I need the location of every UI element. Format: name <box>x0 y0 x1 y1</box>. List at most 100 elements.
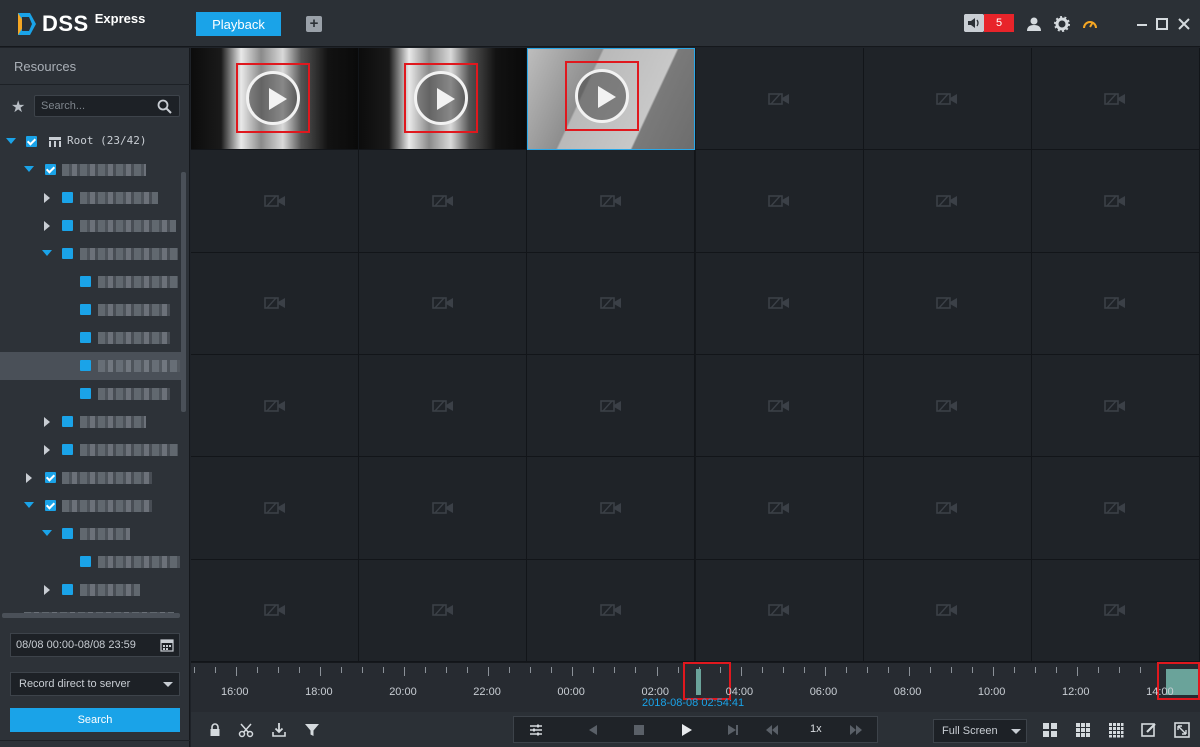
tree-checkbox[interactable] <box>62 248 73 259</box>
play-icon[interactable] <box>678 722 694 738</box>
layout-4x4-icon[interactable] <box>1108 722 1124 738</box>
tree-node[interactable] <box>0 464 182 492</box>
tree-checkbox[interactable] <box>80 388 91 399</box>
video-window-empty[interactable] <box>695 457 864 560</box>
video-window-empty[interactable] <box>863 150 1032 253</box>
chevron-down-icon[interactable] <box>163 682 173 687</box>
tab-playback[interactable]: Playback <box>196 12 281 36</box>
alarm-count-badge[interactable]: 5 <box>984 14 1014 32</box>
tree-checkbox[interactable] <box>80 360 91 371</box>
tree-node[interactable] <box>0 408 182 436</box>
tree-scrollbar-vertical[interactable] <box>181 172 186 412</box>
slow-down-icon[interactable] <box>764 722 780 738</box>
video-window-empty[interactable] <box>863 355 1032 458</box>
video-window-empty[interactable] <box>695 150 864 253</box>
video-window-empty[interactable] <box>863 457 1032 560</box>
search-button[interactable]: Search <box>10 708 180 732</box>
tree-node[interactable] <box>0 240 182 268</box>
video-window-empty[interactable] <box>191 252 360 355</box>
window-mode-select[interactable]: Full Screen <box>933 719 1027 743</box>
minimize-icon[interactable] <box>1134 16 1150 32</box>
video-window-empty[interactable] <box>359 559 528 662</box>
tree-node[interactable] <box>0 492 182 520</box>
tree-checkbox[interactable] <box>45 472 56 483</box>
tree-node[interactable] <box>0 268 182 296</box>
video-window-empty[interactable] <box>191 355 360 458</box>
collapse-caret-icon[interactable] <box>44 585 50 595</box>
collapse-caret-icon[interactable] <box>44 417 50 427</box>
expand-caret-icon[interactable] <box>42 530 52 536</box>
tree-checkbox[interactable] <box>62 444 73 455</box>
collapse-caret-icon[interactable] <box>44 221 50 231</box>
tree-node[interactable] <box>0 576 182 604</box>
search-field[interactable] <box>34 95 180 117</box>
lock-icon[interactable] <box>207 722 223 738</box>
tree-checkbox[interactable] <box>80 332 91 343</box>
video-window-empty[interactable] <box>863 559 1032 662</box>
user-icon[interactable] <box>1026 16 1042 32</box>
video-window-empty[interactable] <box>191 457 360 560</box>
play-overlay-button[interactable] <box>414 71 469 125</box>
tree-node[interactable] <box>0 520 182 548</box>
tree-checkbox[interactable] <box>45 500 56 511</box>
video-window-empty[interactable] <box>695 355 864 458</box>
tree-checkbox[interactable] <box>80 304 91 315</box>
collapse-caret-icon[interactable] <box>44 193 50 203</box>
reverse-play-icon[interactable] <box>585 722 601 738</box>
playback-timeline[interactable]: 16:00 18:00 20:00 22:00 00:00 02:00 04:00 06:00… <box>191 662 1200 712</box>
video-window-empty[interactable] <box>527 355 696 458</box>
tree-checkbox[interactable] <box>62 220 73 231</box>
tree-node[interactable] <box>0 184 182 212</box>
video-window-empty[interactable] <box>1031 355 1200 458</box>
download-icon[interactable] <box>271 722 287 738</box>
gear-icon[interactable] <box>1054 16 1070 32</box>
tree-checkbox[interactable] <box>62 584 73 595</box>
video-window-empty[interactable] <box>527 252 696 355</box>
layout-3x3-icon[interactable] <box>1075 722 1091 738</box>
video-window-empty[interactable] <box>1031 252 1200 355</box>
tree-node[interactable] <box>0 436 182 464</box>
tree-node[interactable] <box>0 296 182 324</box>
root-checkbox[interactable] <box>26 136 37 147</box>
playback-settings-icon[interactable] <box>528 722 544 738</box>
video-window-empty[interactable] <box>1031 457 1200 560</box>
add-tab-button[interactable]: + <box>306 16 322 32</box>
video-window-empty[interactable] <box>863 48 1032 151</box>
expand-caret-icon[interactable] <box>24 502 34 508</box>
video-window-empty[interactable] <box>191 559 360 662</box>
close-icon[interactable] <box>1176 16 1192 32</box>
clip-scissors-icon[interactable] <box>238 722 254 738</box>
tree-scrollbar-horizontal[interactable] <box>2 613 180 618</box>
expand-caret-icon[interactable] <box>42 250 52 256</box>
tree-checkbox[interactable] <box>80 276 91 287</box>
video-window-playing[interactable] <box>527 48 696 151</box>
tree-node[interactable] <box>0 212 182 240</box>
play-overlay-button[interactable] <box>246 71 300 125</box>
search-icon[interactable] <box>157 99 172 114</box>
date-range-field[interactable]: 08/08 00:00-08/08 23:59 <box>10 633 180 657</box>
maximize-icon[interactable] <box>1154 16 1170 32</box>
fullscreen-icon[interactable] <box>1174 722 1190 738</box>
tree-checkbox[interactable] <box>80 556 91 567</box>
filter-icon[interactable] <box>304 722 320 738</box>
collapse-caret-icon[interactable] <box>44 445 50 455</box>
favorites-star-icon[interactable]: ★ <box>11 97 25 117</box>
video-window-empty[interactable] <box>695 48 864 151</box>
video-window-empty[interactable] <box>359 252 528 355</box>
tree-checkbox[interactable] <box>62 192 73 203</box>
speed-up-icon[interactable] <box>848 722 864 738</box>
performance-gauge-icon[interactable] <box>1082 16 1098 32</box>
video-window-empty[interactable] <box>1031 48 1200 151</box>
expand-caret-icon[interactable] <box>24 166 34 172</box>
next-frame-icon[interactable] <box>725 722 741 738</box>
video-window-playing[interactable] <box>191 48 360 151</box>
expand-caret-icon[interactable] <box>6 138 16 144</box>
speaker-icon[interactable] <box>964 14 984 32</box>
calendar-icon[interactable] <box>160 638 174 652</box>
chevron-down-icon[interactable] <box>1011 729 1021 734</box>
collapse-caret-icon[interactable] <box>26 473 32 483</box>
stop-icon[interactable] <box>631 722 647 738</box>
tree-node[interactable] <box>0 380 182 408</box>
video-window-playing[interactable] <box>359 48 528 151</box>
tree-node[interactable] <box>0 548 182 576</box>
